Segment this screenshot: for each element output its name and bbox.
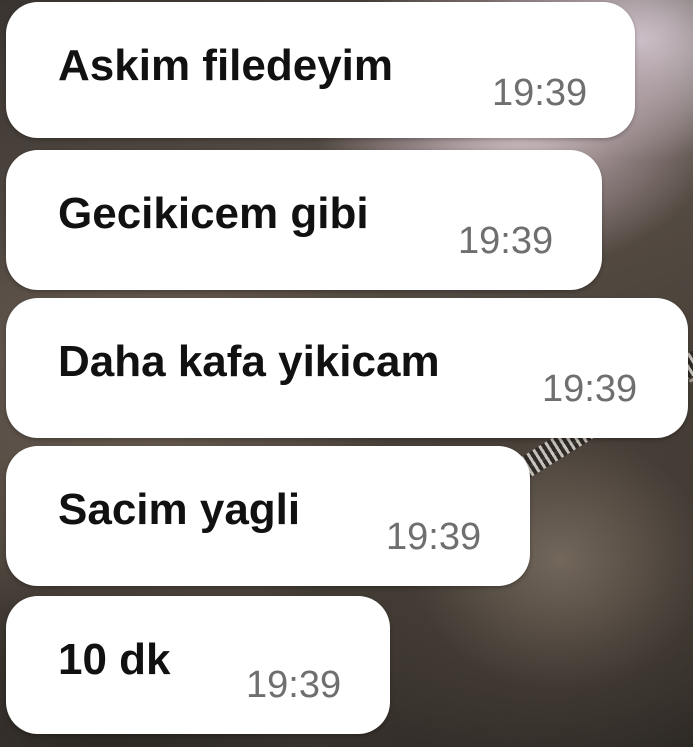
message-timestamp: 19:39 <box>458 220 554 262</box>
message-bubble[interactable]: 10 dk 19:39 <box>6 596 390 734</box>
message-bubble[interactable]: Askim filedeyim 19:39 <box>6 2 635 138</box>
message-text: Gecikicem gibi <box>58 189 369 238</box>
message-timestamp: 19:39 <box>246 664 342 706</box>
message-bubble[interactable]: Gecikicem gibi 19:39 <box>6 150 602 290</box>
message-bubble[interactable]: Sacim yagli 19:39 <box>6 446 530 586</box>
message-list[interactable]: Askim filedeyim 19:39 Gecikicem gibi 19:… <box>0 0 693 747</box>
message-text: Sacim yagli <box>58 485 301 534</box>
message-text: Daha kafa yikicam <box>58 337 440 386</box>
message-timestamp: 19:39 <box>386 516 482 558</box>
message-text: 10 dk <box>58 635 171 684</box>
message-timestamp: 19:39 <box>492 72 588 114</box>
message-bubble[interactable]: Daha kafa yikicam 19:39 <box>6 298 688 438</box>
message-timestamp: 19:39 <box>542 368 638 410</box>
message-text: Askim filedeyim <box>58 41 394 90</box>
